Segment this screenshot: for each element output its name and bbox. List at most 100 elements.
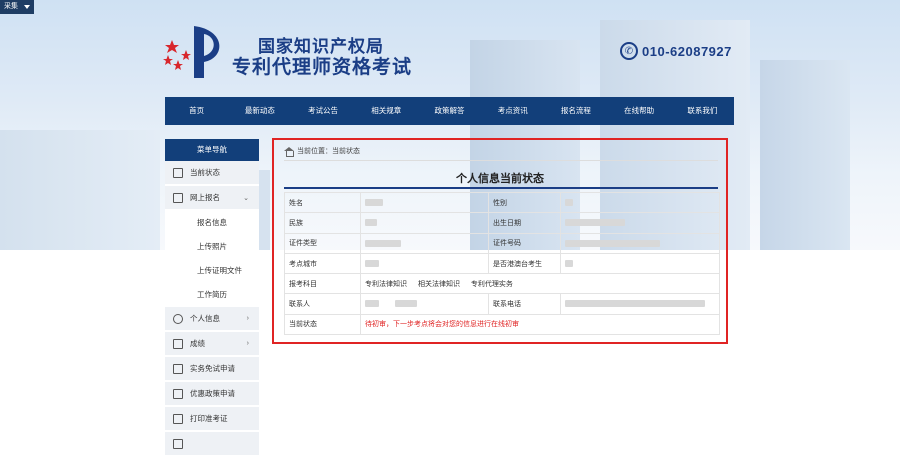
nav-item-regulations[interactable]: 相关规章 [355,97,418,125]
value-name [360,191,489,214]
redacted-value [565,198,573,206]
label-ethnicity: 民族 [284,212,361,234]
sidebar-item-preferential[interactable]: 优惠政策申请 [165,382,259,407]
background-building [760,60,850,250]
label-name: 姓名 [284,191,361,214]
hotline-number: 010-62087927 [642,43,732,59]
label-subjects: 报考科目 [284,273,361,295]
sidebar-subitem-registration-info[interactable]: 报名信息 [165,211,259,235]
table-row: 报考科目 专利法律知识 相关法律知识 专利代理实务 [284,273,720,295]
label-id-number: 证件号码 [488,232,561,254]
redacted-value [365,219,377,227]
value-id-number [560,232,720,254]
nav-item-registration-process[interactable]: 报名流程 [544,97,607,125]
nav-item-policy[interactable]: 政策解答 [418,97,481,125]
sidebar-item-personal-info[interactable]: 个人信息 › [165,307,259,332]
table-row: 考点城市 是否港澳台考生 [284,252,720,275]
label-current-status: 当前状态 [284,313,361,336]
chevron-down-icon: ⌄ [243,195,249,202]
sidebar-item-scores[interactable]: 成绩 › [165,332,259,357]
label-birth-date: 出生日期 [488,212,561,234]
redacted-value [565,219,625,227]
title-underline [284,187,718,189]
main-nav: 首页 最新动态 考试公告 相关规章 政策解答 考点资讯 报名流程 在线帮助 联系… [165,97,734,125]
home-icon [284,146,294,157]
nav-item-announcements[interactable]: 考试公告 [291,97,354,125]
menu-icon [173,438,183,449]
divider [284,160,718,161]
site-title-line2: 专利代理师资格考试 [232,57,413,78]
collect-label: 采集 [4,3,18,10]
table-row: 民族 出生日期 [284,212,720,234]
value-contact-person [360,293,489,315]
subject-item: 专利法律知识 [365,280,407,288]
form-icon [173,388,183,399]
value-hk-macao-tw [560,252,720,275]
sidebar-heading: 菜单导航 [165,139,259,161]
value-contact-phone [560,293,720,315]
value-gender [560,191,720,214]
value-id-type [360,232,489,254]
redacted-value [365,259,379,267]
clipboard-icon [173,363,183,374]
sidebar-item-partial[interactable] [165,432,259,457]
sidebar-item-current-status[interactable]: 当前状态 [165,161,259,186]
table-row: 证件类型 证件号码 [284,232,720,254]
printer-icon [173,413,183,424]
chevron-right-icon: › [246,340,249,347]
table-row: 当前状态 待初审，下一步考点将会对您的信息进行在线初审 [284,313,720,336]
sidebar-subitem-upload-photo[interactable]: 上传照片 [165,235,259,259]
label-contact-person: 联系人 [284,293,361,315]
sidebar-subitem-work-resume[interactable]: 工作简历 [165,283,259,307]
redacted-value [365,300,379,308]
panel-title: 个人信息当前状态 [456,173,544,185]
value-birth-date [560,212,720,234]
sidebar-item-label: 网上报名 [190,193,220,202]
sidebar: 菜单导航 当前状态 网上报名 ⌄ 报名信息 上传照片 上传证明文件 工作简历 个… [165,139,259,457]
breadcrumb: 当前位置：当前状态 [284,146,360,157]
sidebar-item-label: 个人信息 [190,314,220,323]
nav-item-home[interactable]: 首页 [165,97,228,125]
sidebar-item-label: 实务免试申请 [190,364,235,373]
personal-info-table: 姓名 性别 民族 出生日期 证件类型 证件号码 考点城市 是否港澳台考生 报考科… [284,191,720,336]
redacted-value [565,259,573,267]
chevron-right-icon: › [246,315,249,322]
value-current-status: 待初审，下一步考点将会对您的信息进行在线初审 [360,313,720,336]
label-gender: 性别 [488,191,561,214]
sidebar-item-label: 成绩 [190,339,205,348]
sidebar-item-label: 当前状态 [190,168,220,177]
sidebar-item-label: 打印准考证 [190,414,228,423]
subject-item: 相关法律知识 [417,280,460,288]
label-id-type: 证件类型 [284,232,361,254]
nav-item-contact[interactable]: 联系我们 [671,97,734,125]
table-row: 姓名 性别 [284,191,720,214]
label-hk-macao-tw: 是否港澳台考生 [488,252,561,275]
sidebar-item-online-register[interactable]: 网上报名 ⌄ [165,186,259,211]
redacted-value [365,239,401,247]
sidebar-item-exemption[interactable]: 实务免试申请 [165,357,259,382]
redacted-value [565,300,705,308]
table-row: 联系人 联系电话 [284,293,720,315]
id-card-icon [173,192,183,203]
value-exam-city [360,252,489,275]
value-subjects: 专利法律知识 相关法律知识 专利代理实务 [360,273,720,295]
nav-item-exam-sites[interactable]: 考点资讯 [481,97,544,125]
nav-item-news[interactable]: 最新动态 [228,97,291,125]
value-ethnicity [360,212,489,234]
sidebar-subitem-upload-documents[interactable]: 上传证明文件 [165,259,259,283]
chevron-down-icon [24,5,30,9]
breadcrumb-label: 当前位置：当前状态 [297,148,360,155]
chart-icon [173,338,183,349]
redacted-value [365,198,383,206]
document-icon [173,167,183,178]
hotline: ✆ 010-62087927 [620,42,732,60]
sidebar-item-print-ticket[interactable]: 打印准考证 [165,407,259,432]
label-exam-city: 考点城市 [284,252,361,275]
sidebar-submenu: 报名信息 上传照片 上传证明文件 工作简历 [165,211,259,307]
label-contact-phone: 联系电话 [488,293,561,315]
collect-dropdown-button[interactable]: 采集 [0,0,34,14]
cnipa-logo [163,26,220,78]
background-building [0,130,160,250]
nav-item-help[interactable]: 在线帮助 [608,97,671,125]
redacted-value [395,300,417,308]
